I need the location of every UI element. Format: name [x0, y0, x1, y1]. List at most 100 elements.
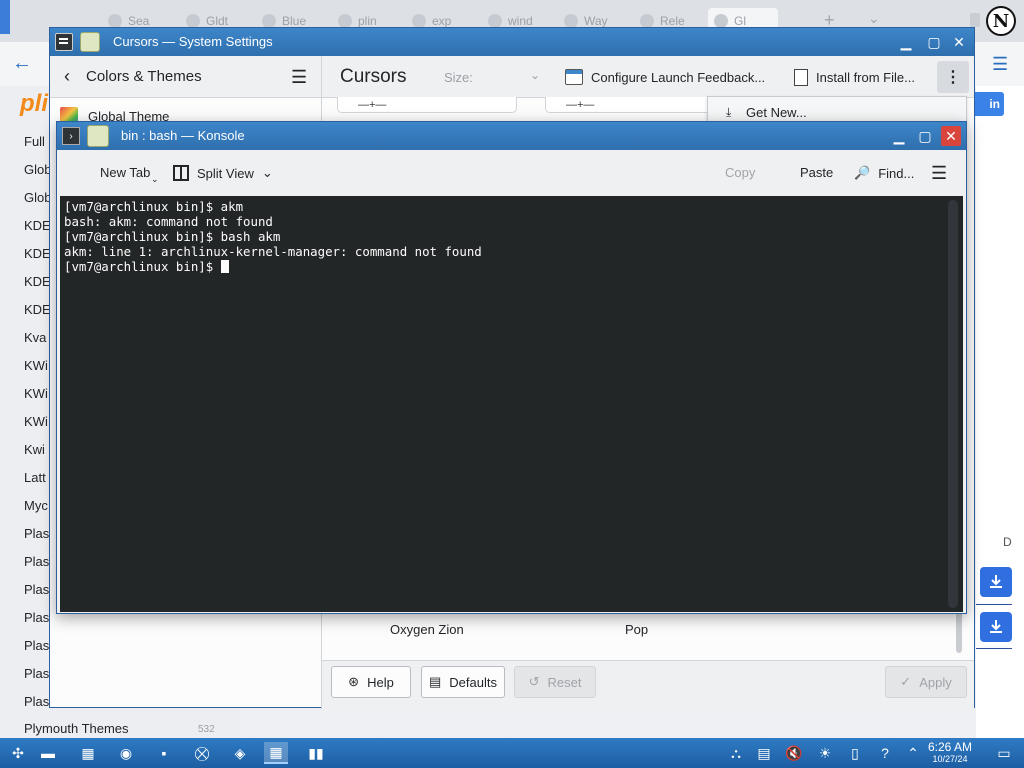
- cursor-theme-name[interactable]: Oxygen Zion: [390, 622, 464, 637]
- minimize-button[interactable]: ▁: [889, 126, 909, 146]
- terminal-output: [vm7@archlinux bin]$ akm bash: akm: comma…: [64, 199, 482, 274]
- cursor-theme-name[interactable]: Pop: [625, 622, 648, 637]
- firefox-icon[interactable]: ◉: [114, 742, 138, 764]
- window-menu-icon[interactable]: [80, 32, 100, 52]
- network-icon[interactable]: ⛬: [724, 742, 748, 764]
- tab-favicon-icon: [186, 14, 200, 28]
- tab-favicon-icon: [412, 14, 426, 28]
- tab-favicon-icon: [262, 14, 276, 28]
- clock-time: 6:26 AM: [928, 740, 973, 754]
- maximize-button[interactable]: ▢: [924, 32, 944, 52]
- back-chevron-icon[interactable]: ‹: [64, 66, 70, 87]
- terminal-prompt-line: [vm7@archlinux bin]$: [64, 259, 482, 274]
- tab-favicon-icon: [714, 14, 728, 28]
- konsole-task-icon[interactable]: ▦: [264, 742, 288, 764]
- button-label: Paste: [800, 165, 834, 180]
- button-label: New Tab: [100, 165, 151, 180]
- configure-launch-feedback-button[interactable]: Configure Launch Feedback...: [565, 66, 765, 88]
- show-desktop-square-icon[interactable]: ▭: [992, 742, 1016, 764]
- konsole-titlebar[interactable]: › bin : bash — Konsole ▁ ▢ ✕: [57, 122, 966, 150]
- hamburger-menu-icon[interactable]: ☰: [291, 67, 307, 88]
- reset-button[interactable]: ↺ Reset: [514, 666, 596, 698]
- close-button[interactable]: ✕: [941, 126, 961, 146]
- application-launcher-icon[interactable]: ✣: [6, 742, 30, 764]
- discover-icon[interactable]: ⛒: [190, 742, 214, 764]
- copy-button[interactable]: Copy: [725, 165, 755, 180]
- page-title: Cursors: [340, 66, 407, 87]
- tray-expand-chevron-icon[interactable]: ⌃: [901, 742, 925, 764]
- pager-icon[interactable]: ▮▮: [304, 742, 328, 764]
- close-button[interactable]: ✕: [949, 32, 969, 52]
- tab-list-chevron-icon[interactable]: ⌄: [868, 10, 880, 27]
- clock[interactable]: 6:26 AM 10/27/24: [928, 740, 972, 764]
- download-icon[interactable]: [980, 612, 1012, 642]
- terminal-app-icon[interactable]: ›: [62, 127, 80, 145]
- install-from-file-button[interactable]: Install from File...: [794, 66, 915, 88]
- help-button[interactable]: ⊛ Help: [331, 666, 411, 698]
- window-menu-icon[interactable]: [87, 125, 109, 147]
- split-view-icon: [173, 165, 189, 181]
- back-arrow-icon[interactable]: ←: [12, 52, 32, 75]
- window-title: Cursors — System Settings: [113, 34, 273, 49]
- chevron-down-icon: ⌄: [261, 165, 273, 180]
- system-settings-icon[interactable]: ▦: [76, 742, 100, 764]
- menu-item-label: Get New...: [746, 105, 807, 120]
- terminal-line: [vm7@archlinux bin]$: [64, 259, 221, 274]
- help-icon[interactable]: ?: [873, 742, 897, 764]
- tab-label: Rele: [660, 14, 685, 28]
- show-desktop-icon[interactable]: ▬: [36, 742, 60, 764]
- cursor-theme-card[interactable]: —+—: [337, 97, 517, 113]
- new-tab-dropdown-icon[interactable]: ⌄: [151, 174, 159, 185]
- terminal-scrollbar[interactable]: [948, 200, 958, 608]
- tab-favicon-icon: [640, 14, 654, 28]
- terminal-area[interactable]: [vm7@archlinux bin]$ akm bash: akm: comma…: [60, 196, 963, 612]
- terminal-line: [vm7@archlinux bin]$ akm: [64, 199, 244, 214]
- button-label: Help: [367, 674, 394, 690]
- extension-icon[interactable]: [970, 13, 980, 27]
- button-label: Defaults: [449, 674, 497, 690]
- window-icon: [565, 69, 583, 85]
- category-count: 532: [198, 724, 215, 735]
- tab-label: wind: [508, 14, 533, 28]
- tab-favicon-icon: [488, 14, 502, 28]
- tab-label: Blue: [282, 14, 307, 28]
- terminal-icon[interactable]: ▪: [152, 742, 176, 764]
- find-button[interactable]: 🔎 Find...: [854, 165, 914, 181]
- document-icon: [794, 68, 808, 86]
- removable-device-icon[interactable]: ▯: [843, 742, 867, 764]
- apply-button[interactable]: ✓ Apply: [885, 666, 967, 698]
- hamburger-menu-icon[interactable]: ☰: [931, 163, 947, 184]
- overflow-menu-icon[interactable]: ⋮: [937, 61, 969, 93]
- defaults-button[interactable]: ▤ Defaults: [421, 666, 505, 698]
- clipboard-icon[interactable]: ▤: [752, 742, 776, 764]
- tab-label: Gl: [734, 14, 746, 28]
- text-cursor: [220, 260, 229, 273]
- cursor-preview-icon: —+—: [358, 99, 387, 111]
- tab-label: plin: [358, 14, 377, 28]
- profile-avatar[interactable]: N: [986, 6, 1016, 36]
- minimize-button[interactable]: ▁: [896, 32, 916, 52]
- settings-titlebar[interactable]: Cursors — System Settings ▁ ▢ ✕: [50, 28, 974, 56]
- get-new-menu-item[interactable]: ⤓ Get New...: [707, 96, 967, 124]
- browser-menu-icon[interactable]: ☰: [992, 54, 1008, 75]
- divider: [976, 648, 1012, 649]
- download-icon[interactable]: [980, 567, 1012, 597]
- category-item[interactable]: Plymouth Themes: [24, 721, 129, 736]
- divider: [976, 604, 1012, 605]
- button-label: Copy: [725, 165, 756, 180]
- taskbar: ✣ ▬ ▦ ◉ ▪ ⛒ ◈ ▦ ▮▮ ⛬ ▤ 🔇 ☀ ▯ ? ⌃ ▭: [0, 738, 1024, 768]
- package-icon[interactable]: ◈: [228, 742, 252, 764]
- volume-muted-icon[interactable]: 🔇: [782, 742, 806, 764]
- checkmark-icon: ✓: [900, 674, 912, 689]
- terminal-app-icon[interactable]: [55, 33, 73, 51]
- brightness-icon[interactable]: ☀: [813, 742, 837, 764]
- cursor-theme-card[interactable]: —+—: [545, 97, 725, 113]
- terminal-line: [vm7@archlinux bin]$ bash akm: [64, 229, 281, 244]
- new-tab-button[interactable]: New Tab: [100, 165, 150, 180]
- terminal-line: bash: akm: command not found: [64, 214, 273, 229]
- size-dropdown-chevron-icon[interactable]: ⌄: [530, 68, 540, 82]
- maximize-button[interactable]: ▢: [915, 126, 935, 146]
- paste-button[interactable]: Paste: [800, 165, 833, 180]
- split-view-button[interactable]: Split View ⌄: [173, 165, 273, 181]
- button-label: Install from File...: [816, 69, 915, 85]
